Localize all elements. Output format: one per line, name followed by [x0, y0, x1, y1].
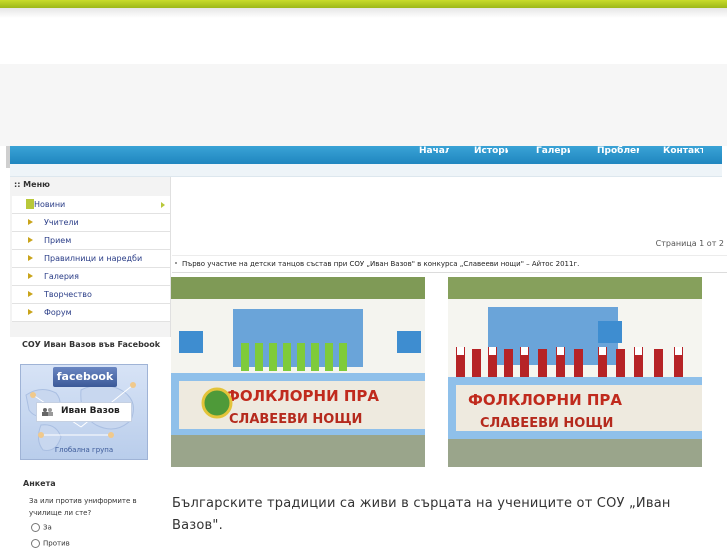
header-banner	[0, 64, 727, 146]
active-marker-icon	[26, 199, 34, 209]
poll-option-yes[interactable]: За	[31, 523, 52, 532]
sidebar-item-creativity[interactable]: Творчество	[12, 286, 170, 304]
sidebar-item-label: Правилници и наредби	[44, 254, 143, 263]
folk-dance-photo: ФОЛКЛОРНИ ПРА СЛАВЕЕВИ НОЩИ	[171, 277, 425, 467]
bullet-icon	[175, 262, 177, 264]
sidebar-item-label: Творчество	[44, 290, 92, 299]
sidebar-item-label: Форум	[44, 308, 72, 317]
article-body: Българските традиции са живи в сърцата н…	[172, 496, 671, 533]
article-photo-2[interactable]: ФОЛКЛОРНИ ПРА СЛАВЕЕВИ НОЩИ	[448, 277, 702, 467]
arrow-right-icon	[28, 291, 33, 297]
sidebar-item-label: Галерия	[44, 272, 79, 281]
photo-banner-text: СЛАВЕЕВИ НОЩИ	[480, 416, 613, 431]
poll-option-no[interactable]: Против	[31, 539, 70, 548]
chevron-right-icon	[161, 202, 165, 208]
arrow-right-icon	[28, 237, 33, 243]
poll-title: Анкета	[23, 479, 56, 488]
users-icon	[42, 408, 53, 416]
poll-option-label: Против	[43, 539, 70, 548]
top-accent-bar	[0, 0, 727, 8]
radio-icon[interactable]	[31, 523, 40, 532]
top-shadow	[0, 8, 727, 18]
pagination-text: Страница 1 от 2	[655, 239, 724, 248]
menu-title: :: Меню	[14, 180, 50, 189]
sidebar-item-label: Прием	[44, 236, 72, 245]
article-title[interactable]: Първо участие на детски танцов състав пр…	[182, 260, 579, 268]
facebook-page-name: Иван Вазов	[61, 406, 120, 416]
sidebar-item-label: Новини	[34, 200, 66, 209]
folk-dance-photo: ФОЛКЛОРНИ ПРА СЛАВЕЕВИ НОЩИ	[448, 277, 702, 467]
article-photo-1[interactable]: ФОЛКЛОРНИ ПРА СЛАВЕЕВИ НОЩИ	[171, 277, 425, 467]
nav-item-gallery[interactable]: Галери я	[536, 146, 570, 164]
sidebar-item-gallery[interactable]: Галерия	[12, 268, 170, 286]
sidebar-item-rules[interactable]: Правилници и наредби	[12, 250, 170, 268]
sidebar-item-label: Учители	[44, 218, 79, 227]
nav-item-home[interactable]: Начал о	[419, 146, 449, 164]
poll-option-label: За	[43, 523, 52, 532]
arrow-right-icon	[28, 255, 33, 261]
arrow-right-icon	[28, 273, 33, 279]
arrow-right-icon	[28, 219, 33, 225]
photo-banner-text: ФОЛКЛОРНИ ПРА	[468, 391, 622, 409]
sidebar-item-forum[interactable]: Форум	[12, 304, 170, 322]
sidebar-item-teachers[interactable]: Учители	[12, 214, 170, 232]
radio-icon[interactable]	[31, 539, 40, 548]
nav-item-contacts[interactable]: Контакт и	[663, 146, 703, 164]
photo-banner-text: ФОЛКЛОРНИ ПРА	[225, 387, 379, 405]
facebook-page-card[interactable]: Иван Вазов	[36, 402, 132, 422]
sidebar-item-admission[interactable]: Прием	[12, 232, 170, 250]
nav-item-problems[interactable]: Проблем и	[597, 146, 639, 164]
facebook-logo: facebook	[53, 367, 117, 387]
nav-substrip	[10, 164, 722, 177]
facebook-group-link[interactable]: Глобална група	[21, 446, 147, 454]
facebook-widget[interactable]: facebook Иван Вазов Глобална група	[20, 364, 148, 460]
poll-question: За или против униформите в училище ли ст…	[29, 497, 137, 517]
arrow-right-icon	[28, 309, 33, 315]
facebook-section-title: СОУ Иван Вазов във Facebook	[22, 340, 161, 349]
article-title-bar: Първо участие на детски танцов състав пр…	[172, 255, 727, 273]
nav-item-history[interactable]: Истори я	[474, 146, 508, 164]
photo-banner-text: СЛАВЕЕВИ НОЩИ	[229, 412, 362, 427]
sidebar-item-news[interactable]: Новини	[12, 196, 170, 214]
